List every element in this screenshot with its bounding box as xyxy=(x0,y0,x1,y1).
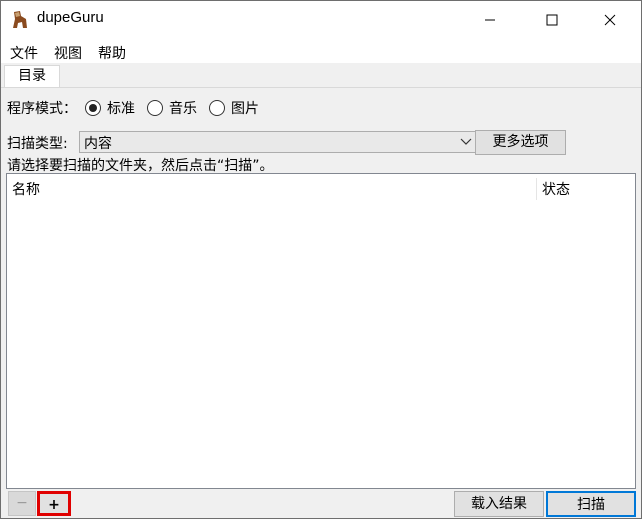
mode-selector: 程序模式： 标准 音乐 图片 xyxy=(7,97,271,119)
scan-type-value: 内容 xyxy=(84,136,112,152)
app-window: dupeGuru 文件 视图 帮助 目录 程序模式： 标准 音乐 图片 扫描类型… xyxy=(0,0,642,519)
app-logo-icon xyxy=(13,11,27,28)
minimize-button[interactable] xyxy=(467,1,513,39)
main-panel: 目录 程序模式： 标准 音乐 图片 扫描类型: 内容 更多选项 请选择要扫描的文… xyxy=(1,63,641,518)
menu-view[interactable]: 视图 xyxy=(46,39,90,63)
mode-standard-radio[interactable]: 标准 xyxy=(85,98,135,118)
close-icon xyxy=(604,14,616,26)
more-options-button[interactable]: 更多选项 xyxy=(475,130,566,155)
menu-help[interactable]: 帮助 xyxy=(90,39,134,63)
tab-strip: 目录 xyxy=(1,63,641,88)
maximize-button[interactable] xyxy=(529,1,575,39)
column-header-name[interactable]: 名称 xyxy=(12,179,40,199)
mode-picture-label: 图片 xyxy=(231,101,259,117)
minimize-icon xyxy=(485,19,495,21)
bottom-toolbar: − + 载入结果 扫描 xyxy=(1,489,641,518)
add-folder-button[interactable]: + xyxy=(37,491,71,516)
mode-standard-label: 标准 xyxy=(107,101,135,117)
close-button[interactable] xyxy=(587,1,633,39)
chevron-down-icon xyxy=(460,138,472,145)
column-header-status[interactable]: 状态 xyxy=(542,179,570,199)
menu-file[interactable]: 文件 xyxy=(1,39,46,63)
tab-directories[interactable]: 目录 xyxy=(4,65,60,87)
radio-unchecked-icon xyxy=(147,100,163,116)
scan-type-label: 扫描类型: xyxy=(7,136,68,152)
window-title: dupeGuru xyxy=(37,9,104,26)
scan-button[interactable]: 扫描 xyxy=(546,491,636,517)
table-header: 名称 状态 xyxy=(7,174,635,202)
mode-music-label: 音乐 xyxy=(169,101,197,117)
mode-music-radio[interactable]: 音乐 xyxy=(147,98,197,118)
load-results-button[interactable]: 载入结果 xyxy=(454,491,544,517)
mode-label: 程序模式： xyxy=(7,101,77,117)
scan-type-row: 扫描类型: 内容 更多选项 xyxy=(7,130,566,155)
maximize-icon xyxy=(546,14,558,26)
mode-picture-radio[interactable]: 图片 xyxy=(209,98,259,118)
column-divider[interactable] xyxy=(536,178,537,200)
scan-type-select[interactable]: 内容 xyxy=(79,131,479,153)
instruction-text: 请选择要扫描的文件夹，然后点击“扫描”。 xyxy=(7,158,274,174)
radio-unchecked-icon xyxy=(209,100,225,116)
menu-bar: 文件 视图 帮助 xyxy=(1,39,641,63)
title-bar[interactable]: dupeGuru xyxy=(1,1,641,39)
remove-folder-button[interactable]: − xyxy=(8,491,36,516)
directory-table[interactable]: 名称 状态 xyxy=(6,173,636,489)
radio-checked-icon xyxy=(85,100,101,116)
